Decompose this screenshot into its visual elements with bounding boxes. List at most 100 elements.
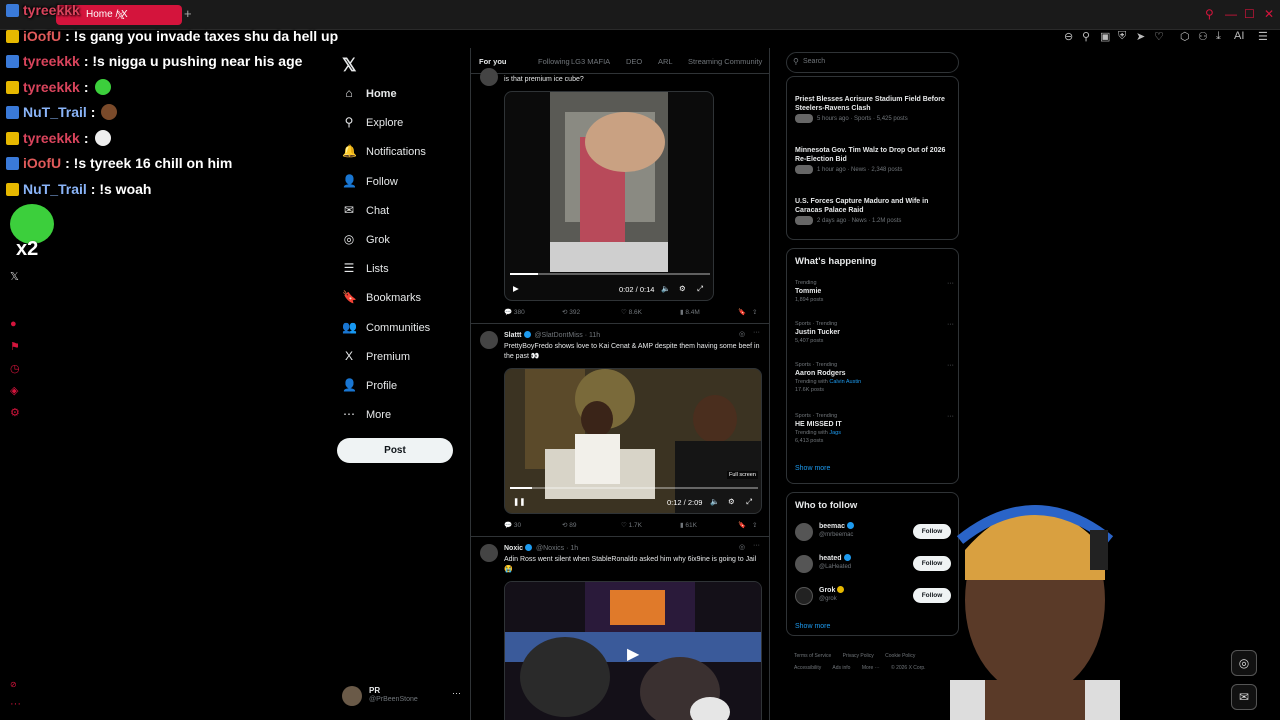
- avatar[interactable]: [480, 68, 498, 86]
- nav-item-follow[interactable]: 👤 Follow: [342, 174, 398, 190]
- chat-username[interactable]: tyreekkk: [23, 2, 80, 18]
- avatar[interactable]: [480, 331, 498, 349]
- fullscreen-icon[interactable]: ⤢: [697, 284, 703, 294]
- shield-icon[interactable]: ⛨: [1118, 30, 1126, 43]
- clock-icon[interactable]: ◷: [10, 362, 20, 375]
- chat-username[interactable]: tyreekkk: [23, 79, 80, 95]
- chat-username[interactable]: tyreekkk: [23, 53, 80, 69]
- bookmark-icon[interactable]: 🔖: [738, 308, 746, 316]
- mute-icon[interactable]: 🔈: [710, 497, 719, 506]
- nav-item-profile[interactable]: 👤 Profile: [342, 378, 397, 394]
- like-button[interactable]: ♡ 1.7K: [621, 521, 642, 529]
- tweet[interactable]: is that premium ice cube? ▶ 0:02 / 0:14 …: [471, 68, 769, 322]
- avatar[interactable]: [795, 523, 813, 541]
- trend-item[interactable]: Sports · Trending Justin Tucker 5,407 po…: [795, 321, 955, 344]
- video-progress[interactable]: [510, 273, 710, 275]
- pin-icon[interactable]: ⚲: [1082, 30, 1090, 43]
- share-icon[interactable]: ⇪: [752, 521, 757, 529]
- avatar[interactable]: [795, 555, 813, 573]
- play-icon[interactable]: ▶: [513, 284, 519, 293]
- bookmark-icon[interactable]: 🔖: [738, 521, 746, 529]
- views-button[interactable]: ▮ 61K: [680, 521, 697, 529]
- trend-with-name[interactable]: Jags: [829, 430, 841, 436]
- account-switcher[interactable]: PR @PrBeenStone ···: [342, 686, 462, 710]
- video-progress[interactable]: [510, 487, 758, 489]
- tweet-author-handle[interactable]: @SlatDontMiss · 11h: [534, 332, 600, 339]
- tab-following[interactable]: Following: [538, 57, 570, 66]
- footer-link[interactable]: More ···: [862, 665, 880, 671]
- post-button[interactable]: Post: [337, 438, 453, 463]
- more-icon[interactable]: ···: [452, 688, 461, 698]
- trend-item[interactable]: Sports · Trending Aaron Rodgers Trending…: [795, 362, 955, 393]
- nav-item-notifications[interactable]: 🔔 Notifications: [342, 144, 426, 160]
- maximize-icon[interactable]: ☐: [1244, 7, 1255, 21]
- video-player[interactable]: ▶ 0:02 / 0:14 🔈 ⚙ ⤢: [504, 91, 714, 301]
- tab-deo[interactable]: DEO: [626, 57, 642, 66]
- tweet-author-name[interactable]: Noxic: [504, 545, 523, 552]
- tab-streaming-community[interactable]: Streaming Community: [688, 57, 762, 66]
- more-icon[interactable]: ···: [947, 413, 954, 420]
- new-tab-button[interactable]: +: [184, 6, 192, 21]
- news-item[interactable]: U.S. Forces Capture Maduro and Wife in C…: [795, 197, 955, 225]
- repost-button[interactable]: ⟲ 392: [562, 308, 580, 316]
- trend-with-name[interactable]: Calvin Austin: [829, 379, 861, 385]
- tweet[interactable]: Slattt @SlatDontMiss · 11h ◎ ··· PrettyB…: [471, 323, 769, 533]
- extensions-icon[interactable]: ⬡: [1180, 30, 1190, 43]
- zoom-out-icon[interactable]: ⊖: [1064, 30, 1073, 43]
- share-icon[interactable]: ⇪: [752, 308, 757, 316]
- like-button[interactable]: ♡ 8.6K: [621, 308, 642, 316]
- reply-button[interactable]: 💬 380: [504, 308, 525, 316]
- grok-icon[interactable]: ◎: [739, 330, 745, 338]
- footer-link[interactable]: Ads info: [832, 665, 850, 671]
- heart-icon[interactable]: ♡: [1154, 30, 1164, 43]
- close-icon[interactable]: ✕: [1264, 7, 1274, 21]
- trend-item[interactable]: Sports · Trending HE MISSED IT Trending …: [795, 413, 955, 444]
- menu-icon[interactable]: ☰: [1258, 30, 1268, 43]
- pause-icon[interactable]: ❚❚: [513, 497, 526, 506]
- news-item[interactable]: Priest Blesses Acrisure Stadium Field Be…: [795, 95, 955, 123]
- record-icon[interactable]: ●: [10, 318, 17, 330]
- video-player[interactable]: ▶: [504, 581, 762, 720]
- chat-username[interactable]: tyreekkk: [23, 130, 80, 146]
- play-icon[interactable]: ▶: [627, 644, 639, 664]
- settings-icon[interactable]: ⚙: [679, 284, 686, 293]
- tab-arl[interactable]: ARL: [658, 57, 673, 66]
- nav-item-explore[interactable]: ⚲ Explore: [342, 115, 404, 131]
- more-icon[interactable]: ···: [947, 280, 954, 287]
- tweet-author-name[interactable]: Slattt: [504, 332, 522, 339]
- tweet[interactable]: Noxic @Noxics · 1h ◎ ··· Adin Ross went …: [471, 536, 769, 720]
- nav-item-premium[interactable]: X Premium: [342, 349, 410, 365]
- settings-icon[interactable]: ⚙: [728, 497, 735, 506]
- news-item[interactable]: Minnesota Gov. Tim Walz to Drop Out of 2…: [795, 146, 955, 174]
- bookmark-icon[interactable]: ⚑: [10, 340, 20, 353]
- chat-username[interactable]: NuT_Trail: [23, 181, 87, 197]
- footer-link[interactable]: Terms of Service: [794, 653, 831, 659]
- send-icon[interactable]: ➤: [1136, 30, 1145, 43]
- tab-lg3-mafia[interactable]: LG3 MAFIA: [571, 57, 610, 66]
- minimize-icon[interactable]: —: [1225, 7, 1237, 21]
- trend-item[interactable]: Trending Tommie 1,894 posts ···: [795, 280, 955, 303]
- tab-for-you[interactable]: For you: [479, 57, 507, 66]
- nav-item-communities[interactable]: 👥 Communities: [342, 320, 430, 336]
- nav-item-grok[interactable]: ◎ Grok: [342, 232, 390, 248]
- video-player[interactable]: Full screen ❚❚ 0:12 / 2:09 🔈 ⚙ ⤢: [504, 368, 762, 514]
- nav-item-home[interactable]: ⌂ Home: [342, 86, 396, 102]
- grok-icon[interactable]: ◎: [739, 543, 745, 551]
- fullscreen-icon[interactable]: ⤢: [746, 497, 752, 507]
- nav-item-lists[interactable]: ☰ Lists: [342, 261, 389, 277]
- more-dots-icon[interactable]: ···: [10, 698, 21, 710]
- nav-item-chat[interactable]: ✉ Chat: [342, 203, 389, 219]
- search-input[interactable]: ⚲ Search: [786, 52, 959, 73]
- grok-avatar-icon[interactable]: [795, 587, 813, 605]
- nav-item-more[interactable]: ⋯ More: [342, 407, 391, 423]
- nav-item-bookmarks[interactable]: 🔖 Bookmarks: [342, 290, 421, 306]
- repost-button[interactable]: ⟲ 89: [562, 521, 577, 529]
- chat-username[interactable]: iOofU: [23, 28, 61, 44]
- chat-username[interactable]: iOofU: [23, 155, 61, 171]
- show-more-link[interactable]: Show more: [795, 623, 830, 630]
- views-button[interactable]: ▮ 8.4M: [680, 308, 700, 316]
- screenshot-icon[interactable]: ▣: [1100, 30, 1110, 43]
- settings-icon[interactable]: ⚙: [10, 406, 20, 419]
- x-sidebar-icon[interactable]: 𝕏: [10, 270, 19, 283]
- more-icon[interactable]: ···: [947, 362, 954, 369]
